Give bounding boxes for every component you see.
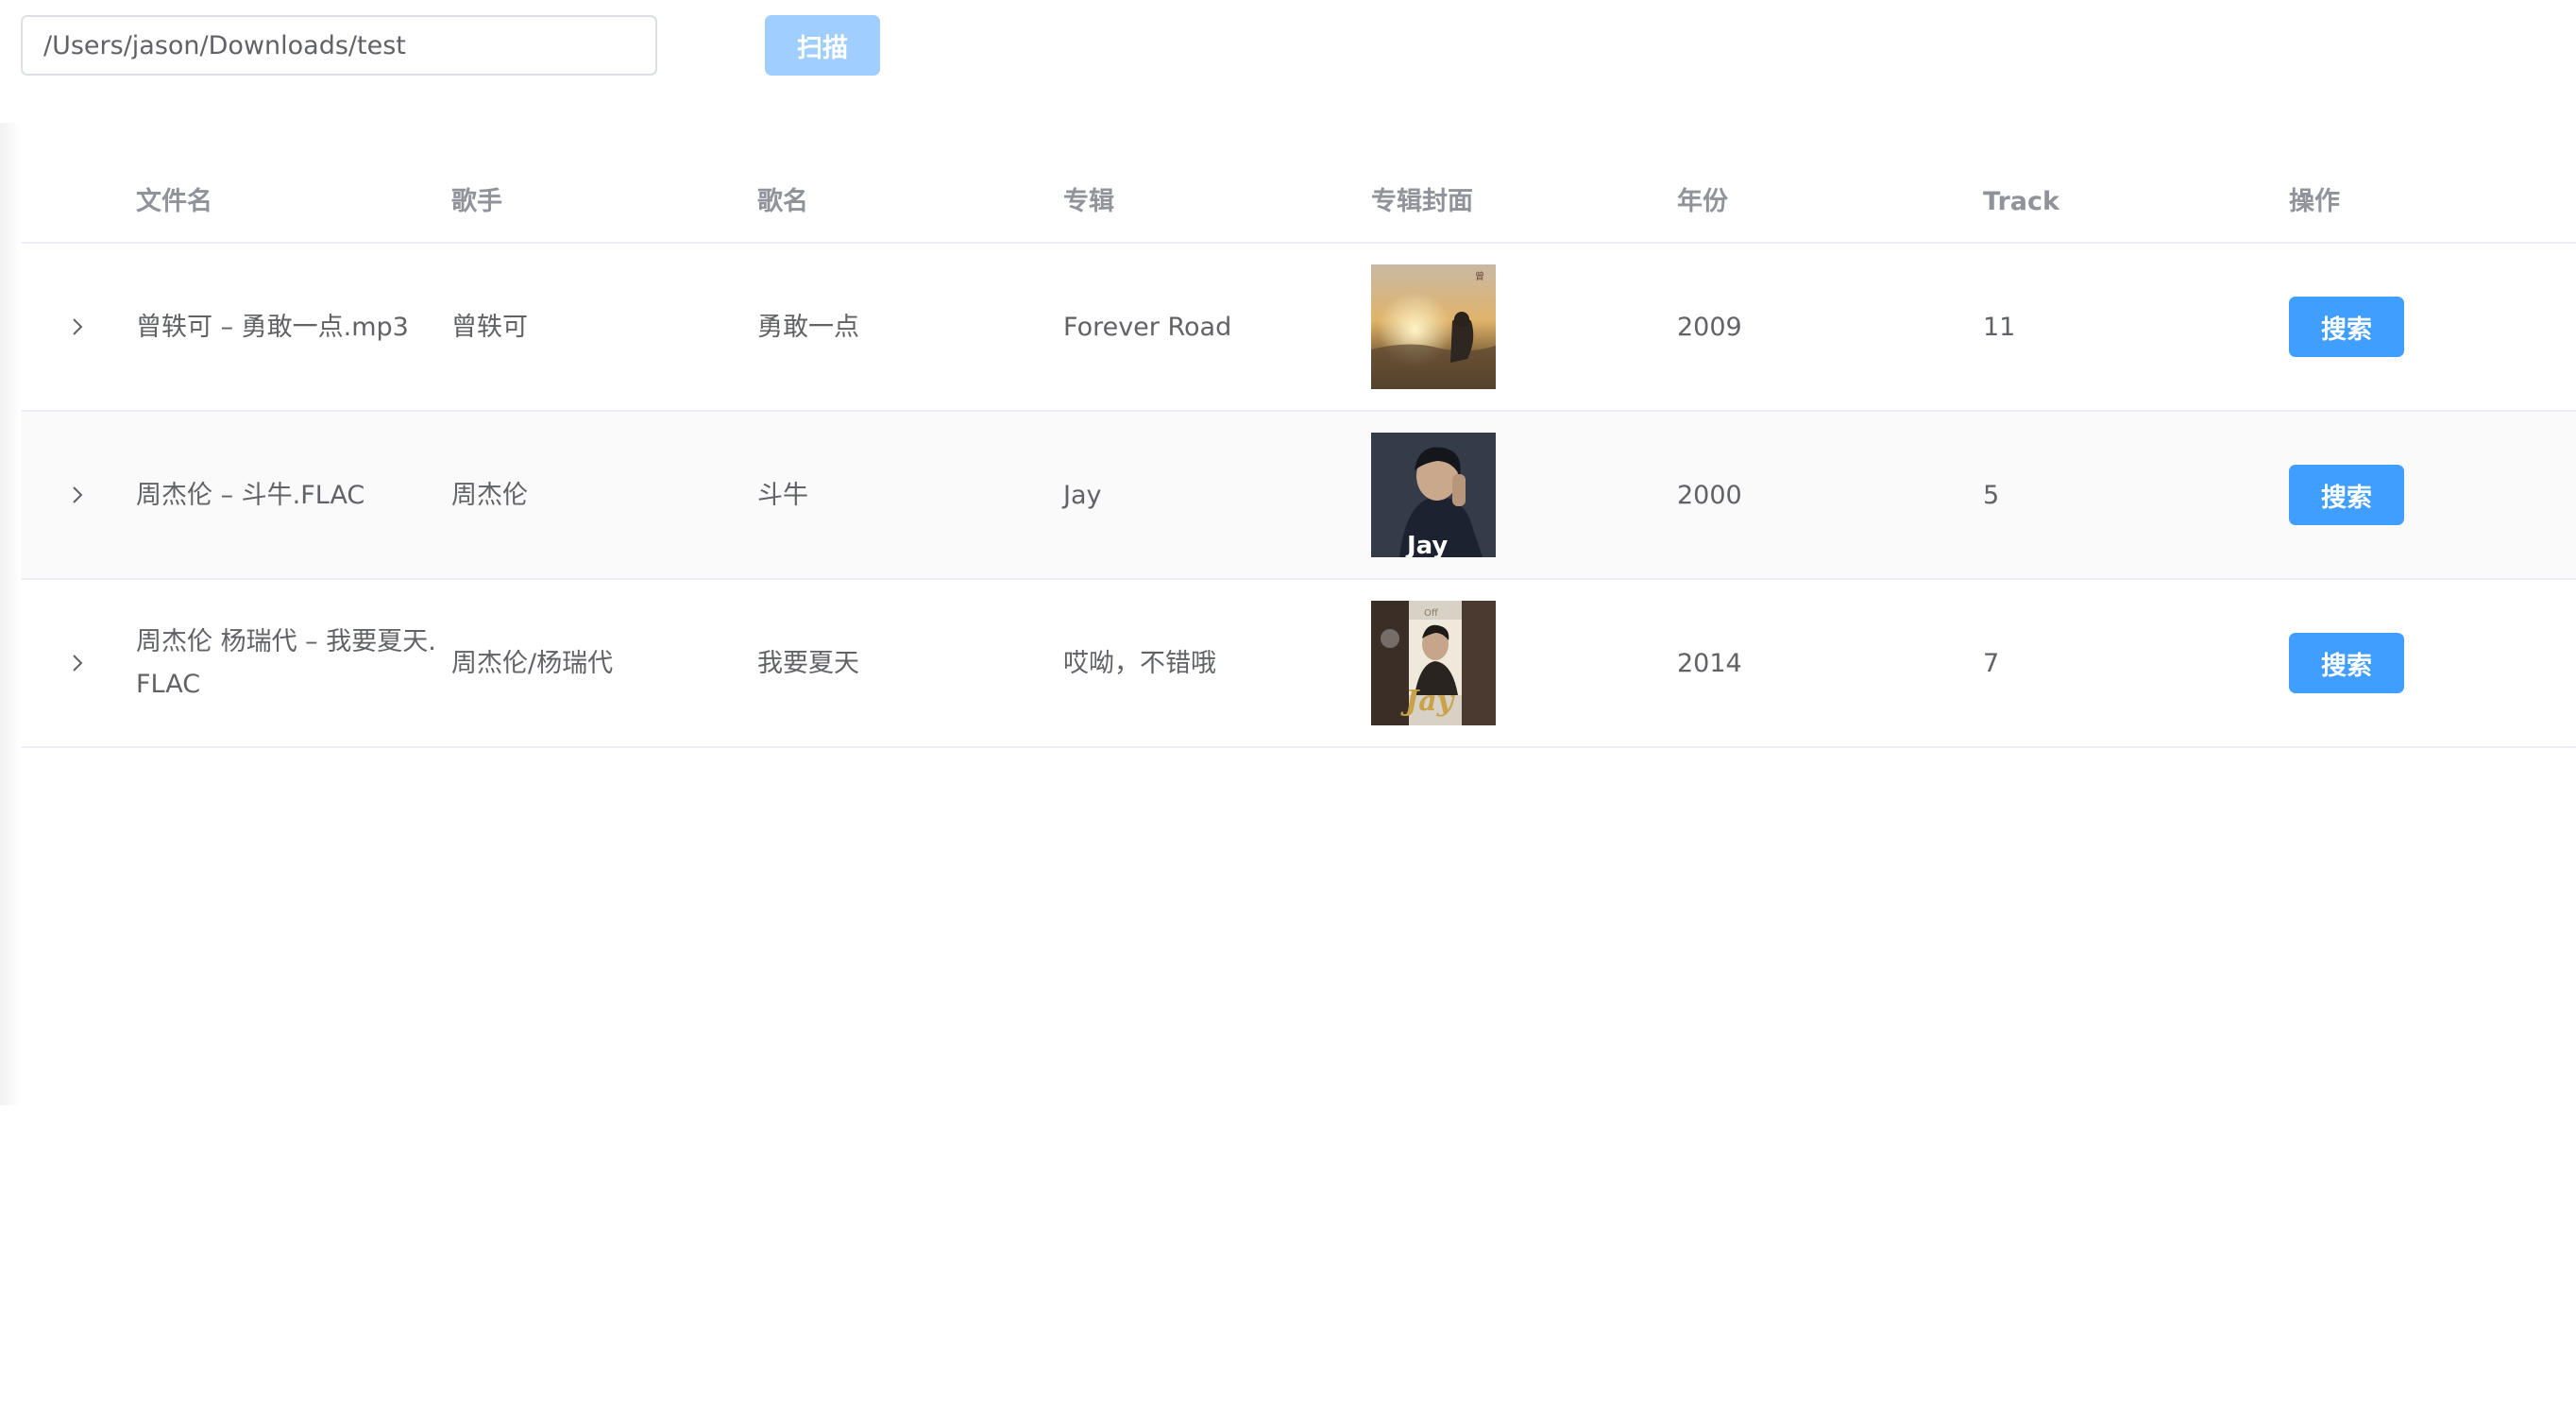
singer-cell: 曾轶可 <box>451 312 528 342</box>
track-cell: 5 <box>1983 480 2000 510</box>
table-row: 周杰伦 – 斗牛.FLAC 周杰伦 斗牛 Jay Jay 2000 5 搜索 <box>21 412 2576 580</box>
album-cover-image: Jay <box>1371 433 1496 557</box>
header-track: Track <box>1983 186 2059 216</box>
singer-cell: 周杰伦 <box>451 480 528 510</box>
filename-cell: 周杰伦 杨瑞代 – 我要夏天.FLAC <box>136 580 442 746</box>
song-cell: 勇敢一点 <box>757 312 859 342</box>
header-album: 专辑 <box>1063 186 1114 216</box>
filename-cell: 曾轶可 – 勇敢一点.mp3 <box>136 244 442 410</box>
album-cover-image: Off Jay <box>1371 601 1496 725</box>
scan-button[interactable]: 扫描 <box>765 15 880 76</box>
search-button[interactable]: 搜索 <box>2289 633 2404 693</box>
header-cover: 专辑封面 <box>1371 186 1473 216</box>
cover-cell: Jay <box>1371 412 1668 578</box>
header-singer: 歌手 <box>451 186 502 216</box>
search-button[interactable]: 搜索 <box>2289 465 2404 525</box>
year-cell: 2014 <box>1677 648 1742 678</box>
filename-text: 曾轶可 – 勇敢一点.mp3 <box>136 312 409 342</box>
expand-cell <box>21 244 134 410</box>
action-cell: 搜索 <box>2289 412 2572 578</box>
action-cell: 搜索 <box>2289 580 2572 746</box>
album-cover-image: 曾 <box>1371 264 1496 389</box>
table-row: 曾轶可 – 勇敢一点.mp3 曾轶可 勇敢一点 Forever Road 曾 2… <box>21 244 2576 412</box>
page: 扫描 文件名 歌手 歌名 专辑 专辑封面 年份 Track 操作 曾轶可 – 勇… <box>0 0 2576 1413</box>
cover-title-text: Jay <box>1405 532 1448 557</box>
header-filename: 文件名 <box>136 186 212 216</box>
cover-cell: 曾 <box>1371 244 1668 410</box>
svg-text:曾: 曾 <box>1475 270 1484 282</box>
path-input[interactable] <box>21 15 657 76</box>
singer-cell: 周杰伦/杨瑞代 <box>451 648 614 678</box>
song-cell: 我要夏天 <box>757 648 859 678</box>
table-row: 周杰伦 杨瑞代 – 我要夏天.FLAC 周杰伦/杨瑞代 我要夏天 哎呦，不错哦 … <box>21 580 2576 748</box>
filename-text: 周杰伦 杨瑞代 – 我要夏天.FLAC <box>136 627 436 699</box>
cover-title-text: Jay <box>1400 685 1456 718</box>
album-cell: 哎呦，不错哦 <box>1063 648 1216 678</box>
svg-text:Off: Off <box>1424 608 1439 619</box>
track-cell: 11 <box>1983 312 2016 342</box>
chevron-right-icon[interactable] <box>59 308 96 346</box>
header-expand <box>21 161 134 242</box>
expand-cell <box>21 412 134 578</box>
album-cell: Forever Road <box>1063 312 1232 342</box>
header-song: 歌名 <box>757 186 808 216</box>
album-cell: Jay <box>1063 480 1102 510</box>
header-year: 年份 <box>1677 186 1728 216</box>
header-action: 操作 <box>2289 186 2340 216</box>
left-edge-shadow <box>0 123 21 1105</box>
cover-cell: Off Jay <box>1371 580 1668 746</box>
action-cell: 搜索 <box>2289 244 2572 410</box>
year-cell: 2009 <box>1677 312 1742 342</box>
track-cell: 7 <box>1983 648 2000 678</box>
filename-text: 周杰伦 – 斗牛.FLAC <box>136 480 365 510</box>
music-table: 文件名 歌手 歌名 专辑 专辑封面 年份 Track 操作 曾轶可 – 勇敢一点… <box>21 161 2576 748</box>
filename-cell: 周杰伦 – 斗牛.FLAC <box>136 412 442 578</box>
year-cell: 2000 <box>1677 480 1742 510</box>
song-cell: 斗牛 <box>757 480 808 510</box>
chevron-right-icon[interactable] <box>59 644 96 682</box>
search-button[interactable]: 搜索 <box>2289 297 2404 357</box>
table-header: 文件名 歌手 歌名 专辑 专辑封面 年份 Track 操作 <box>21 161 2576 244</box>
chevron-right-icon[interactable] <box>59 476 96 514</box>
expand-cell <box>21 580 134 746</box>
